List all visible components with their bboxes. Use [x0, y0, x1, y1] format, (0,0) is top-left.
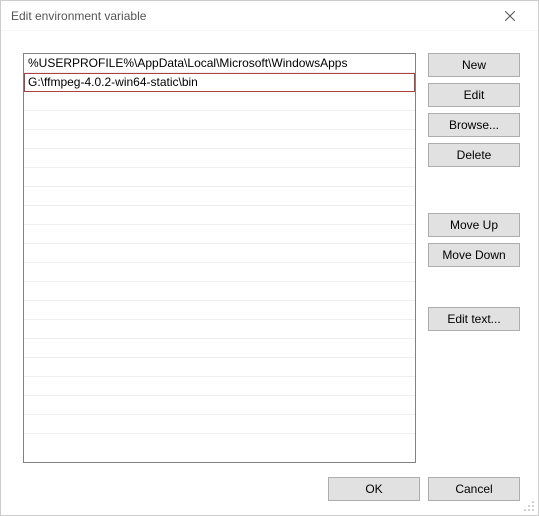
list-item[interactable]: [24, 339, 415, 358]
move-up-button[interactable]: Move Up: [428, 213, 520, 237]
window-title: Edit environment variable: [11, 9, 146, 23]
spacer: [428, 173, 520, 207]
cancel-button[interactable]: Cancel: [428, 477, 520, 501]
browse-button[interactable]: Browse...: [428, 113, 520, 137]
list-item[interactable]: [24, 320, 415, 339]
list-item[interactable]: [24, 225, 415, 244]
side-buttons: New Edit Browse... Delete Move Up Move D…: [428, 53, 520, 463]
ok-button[interactable]: OK: [328, 477, 420, 501]
edit-text-button[interactable]: Edit text...: [428, 307, 520, 331]
list-item[interactable]: [24, 415, 415, 434]
main-area: %USERPROFILE%\AppData\Local\Microsoft\Wi…: [23, 53, 520, 463]
titlebar: Edit environment variable: [1, 1, 538, 31]
list-item[interactable]: [24, 377, 415, 396]
dialog-content: %USERPROFILE%\AppData\Local\Microsoft\Wi…: [1, 31, 538, 515]
list-item[interactable]: [24, 168, 415, 187]
list-item[interactable]: [24, 206, 415, 225]
list-item[interactable]: %USERPROFILE%\AppData\Local\Microsoft\Wi…: [24, 54, 415, 73]
list-item[interactable]: [24, 111, 415, 130]
list-item[interactable]: [24, 187, 415, 206]
move-down-button[interactable]: Move Down: [428, 243, 520, 267]
edit-button[interactable]: Edit: [428, 83, 520, 107]
dialog-window: Edit environment variable %USERPROFILE%\…: [0, 0, 539, 516]
spacer: [428, 273, 520, 301]
list-item[interactable]: [24, 244, 415, 263]
list-item[interactable]: [24, 263, 415, 282]
list-item[interactable]: [24, 130, 415, 149]
list-item[interactable]: [24, 396, 415, 415]
new-button[interactable]: New: [428, 53, 520, 77]
list-item[interactable]: [24, 149, 415, 168]
delete-button[interactable]: Delete: [428, 143, 520, 167]
close-button[interactable]: [490, 2, 530, 30]
list-item[interactable]: [24, 92, 415, 111]
list-item[interactable]: [24, 301, 415, 320]
list-item[interactable]: [24, 358, 415, 377]
close-icon: [505, 11, 515, 21]
path-listbox[interactable]: %USERPROFILE%\AppData\Local\Microsoft\Wi…: [23, 53, 416, 463]
list-item[interactable]: [24, 282, 415, 301]
list-item[interactable]: G:\ffmpeg-4.0.2-win64-static\bin: [24, 73, 415, 92]
dialog-footer: OK Cancel: [23, 463, 520, 501]
